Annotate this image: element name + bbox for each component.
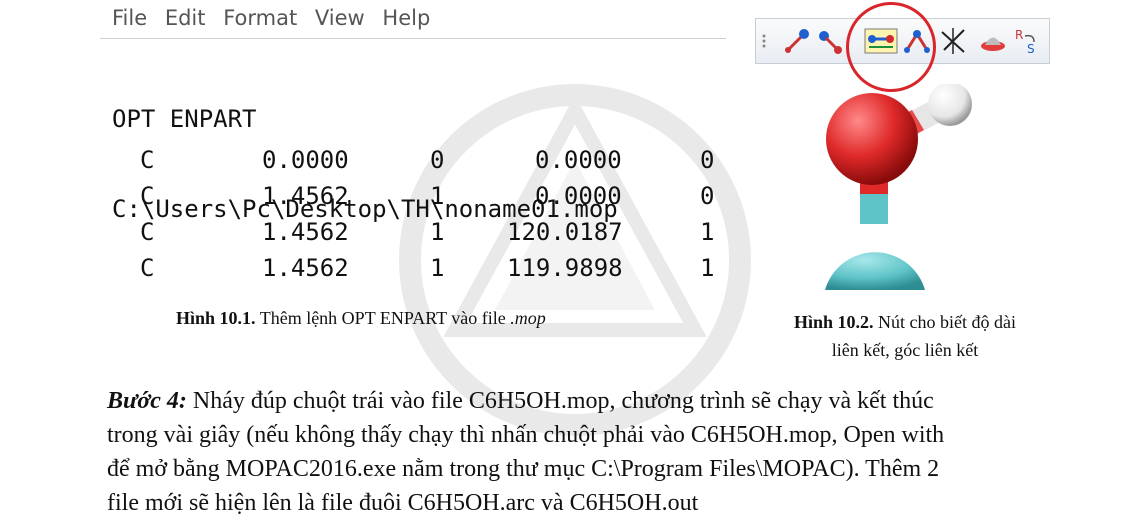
caption-text-line2: liên kết, góc liên kết [831,340,979,360]
atom-symbol: C [140,254,155,282]
caption-label: Hình 10.1. [176,308,256,328]
carbon-atom [825,252,925,290]
dihedral-icon[interactable] [938,26,968,56]
highlight-circle [846,2,936,92]
editor-line-keywords: OPT ENPART [112,105,257,133]
menu-edit[interactable]: Edit [165,6,206,30]
figure-caption-1: Hình 10.1. Thêm lệnh OPT ENPART vào file… [176,308,546,329]
atom-drag-icon[interactable] [814,26,844,56]
flag: 1 [700,254,715,282]
atom-symbol: C [140,182,155,210]
flag: 1 [430,218,445,246]
bond-length: 1.4562 [262,254,349,282]
bond-angle: 119.9898 [507,254,623,282]
caption-ext: .mop [510,308,546,328]
hat-icon[interactable] [978,26,1008,56]
body-line-3: để mở bằng MOPAC2016.exe nằm trong thư m… [107,456,940,482]
menu-view[interactable]: View [315,6,365,30]
bond-draw-icon[interactable] [782,26,812,56]
body-line-1: Nháy đúp chuột trái vào file C6H5OH.mop,… [186,388,934,414]
atom-symbol: C [140,146,155,174]
menu-bar: File Edit Format View Help [112,6,437,30]
rs-chirality-icon[interactable]: R S [1012,26,1042,56]
oxygen-atom [826,93,918,185]
figure-caption-2: Hình 10.2. Nút cho biết độ dài liên kết,… [775,308,1035,364]
flag: 1 [430,182,445,210]
bond-length: 1.4562 [262,182,349,210]
flag: 0 [700,182,715,210]
body-line-4: file mới sẽ hiện lên là file đuôi C6H5OH… [107,490,699,516]
menu-divider [100,38,726,39]
bond-angle: 0.0000 [535,146,622,174]
caption-text-line1: Nút cho biết độ dài [873,312,1016,332]
atom-symbol: C [140,218,155,246]
flag: 0 [430,146,445,174]
bond-angle: 120.0187 [507,218,623,246]
caption-text: Thêm lệnh OPT ENPART vào file [255,308,511,328]
body-line-2: trong vài giây (nếu không thấy chạy thì … [107,422,945,448]
flag: 0 [700,146,715,174]
caption-label: Hình 10.2. [793,312,874,332]
flag: 1 [700,218,715,246]
menu-format[interactable]: Format [223,6,297,30]
flag: 1 [430,254,445,282]
svg-text:R: R [1015,28,1023,42]
molecule-model [825,84,972,290]
grip-icon [762,34,766,48]
notepad-window: File Edit Format View Help OPT ENPART C:… [100,0,740,300]
svg-text:S: S [1027,42,1035,56]
menu-file[interactable]: File [112,6,147,30]
bond-length: 1.4562 [262,218,349,246]
bond-length: 0.0000 [262,146,349,174]
menu-help[interactable]: Help [382,6,430,30]
hydrogen-atom [928,84,972,126]
bond-angle: 0.0000 [535,182,622,210]
step-label: Bước 4: [107,388,187,414]
